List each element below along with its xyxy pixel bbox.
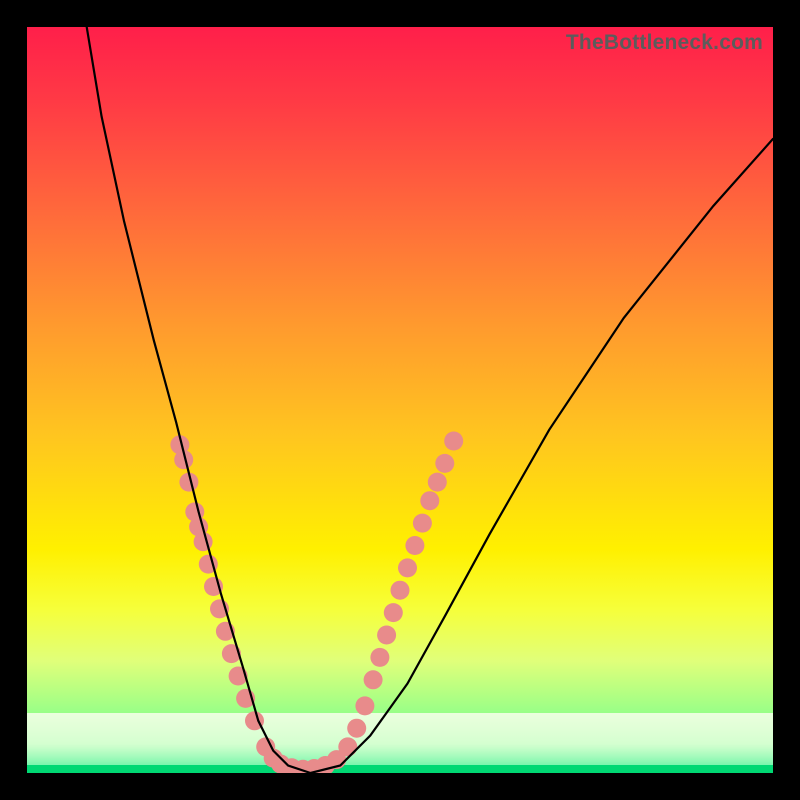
- highlight-dot: [194, 532, 213, 551]
- highlight-dot: [435, 454, 454, 473]
- highlight-dot: [199, 555, 218, 574]
- highlight-dot: [170, 435, 189, 454]
- chart-svg: [27, 27, 773, 773]
- pale-yellow-band: [27, 713, 773, 765]
- highlight-dot: [222, 644, 241, 663]
- watermark-text: TheBottleneck.com: [566, 31, 763, 55]
- chart-plot-area: TheBottleneck.com: [27, 27, 773, 773]
- highlight-dot: [229, 667, 248, 686]
- highlight-dot: [398, 558, 417, 577]
- highlight-dot: [210, 599, 229, 618]
- highlight-dot: [384, 603, 403, 622]
- highlight-dot: [428, 473, 447, 492]
- highlight-dot: [185, 502, 204, 521]
- bottleneck-curve-line: [87, 27, 773, 773]
- highlight-dot: [216, 622, 235, 641]
- highlight-dot: [444, 432, 463, 451]
- highlight-dot: [370, 648, 389, 667]
- highlight-dot: [405, 536, 424, 555]
- highlight-dot: [179, 473, 198, 492]
- highlight-dot: [420, 491, 439, 510]
- highlight-dot: [174, 450, 193, 469]
- highlight-dot: [204, 577, 223, 596]
- highlight-dot: [413, 514, 432, 533]
- highlight-dot: [236, 689, 255, 708]
- highlight-dot: [391, 581, 410, 600]
- highlight-dot: [364, 670, 383, 689]
- highlight-dot: [189, 517, 208, 536]
- highlight-dot: [377, 626, 396, 645]
- green-baseline-strip: [27, 765, 773, 773]
